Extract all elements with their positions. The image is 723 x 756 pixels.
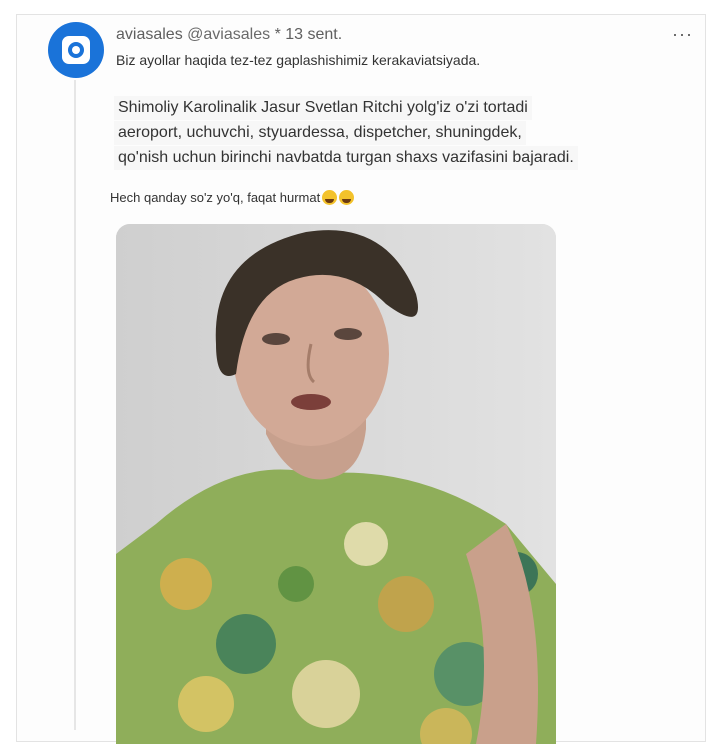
post-subtitle: Biz ayollar haqida tez-tez gaplashishimi… <box>116 52 481 68</box>
post-date[interactable]: 13 sent. <box>285 26 342 43</box>
separator: * <box>274 26 281 43</box>
handle[interactable]: @aviasales <box>187 26 270 43</box>
reaction-text: Hech qanday so'z yo'q, faqat hurmat <box>110 190 321 205</box>
body-line-1: Shimoliy Karolinalik Jasur Svetlan Ritch… <box>114 96 532 120</box>
more-options-icon[interactable]: ··· <box>672 24 693 45</box>
body-line-2: aeroport, uchuvchi, styuardessa, dispetc… <box>114 121 526 145</box>
crying-face-icon <box>339 190 355 205</box>
woman-portrait-image <box>116 224 556 744</box>
reaction-line: Hech qanday so'z yo'q, faqat hurmat <box>110 190 355 205</box>
display-name[interactable]: aviasales <box>116 26 183 43</box>
avatar[interactable] <box>48 22 104 78</box>
body-line-3: qo'nish uchun birinchi navbatda turgan s… <box>114 146 578 170</box>
post-body: Shimoliy Karolinalik Jasur Svetlan Ritch… <box>114 96 694 171</box>
aviasales-logo-icon <box>62 36 90 64</box>
crying-face-icon <box>322 190 338 205</box>
post-photo[interactable] <box>116 224 556 744</box>
thread-line <box>74 80 76 730</box>
post-header: aviasales @aviasales * 13 sent. <box>116 26 342 44</box>
